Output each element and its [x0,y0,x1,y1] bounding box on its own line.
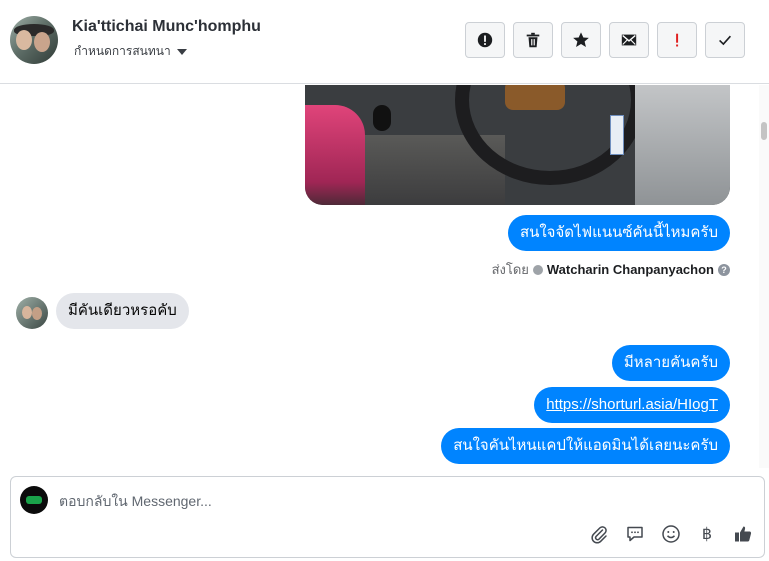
sent-by-label: ส่งโดย [491,262,529,277]
saved-replies-button[interactable] [624,523,646,545]
priority-button[interactable] [657,22,697,58]
envelope-icon [621,34,637,46]
contact-avatar-small[interactable] [16,297,48,329]
conversation-settings-label: กำหนดการสนทนา [74,44,171,58]
scrollbar-track[interactable] [759,85,769,468]
mark-done-button[interactable] [705,22,745,58]
like-button[interactable] [732,523,754,545]
outgoing-message[interactable]: มีหลายคันครับ [611,345,730,381]
mark-unread-button[interactable] [609,22,649,58]
report-spam-button[interactable] [465,22,505,58]
conversation-header: Kia'ttichai Munc'homphu กำหนดการสนทนา [0,0,769,84]
reply-composer: ฿ [10,476,765,558]
incoming-message[interactable]: มีคันเดียวหรอคับ [56,293,189,329]
paperclip-icon [591,526,607,544]
page-avatar [20,486,48,514]
payment-button[interactable]: ฿ [696,523,718,545]
car-interior-photo[interactable] [305,85,730,205]
smiley-icon [662,525,680,543]
exclamation-icon [676,33,679,47]
sent-by-agent: Watcharin Chanpanyachon [546,262,714,277]
alert-circle-icon [477,32,493,48]
emoji-button[interactable] [660,523,682,545]
star-icon [573,32,589,48]
outgoing-message[interactable]: สนใจคันไหนแคปให้แอดมินได้เลยนะครับ [441,428,730,464]
contact-avatar[interactable] [10,16,58,64]
star-button[interactable] [561,22,601,58]
check-icon [719,35,732,46]
composer-tools: ฿ [588,523,754,545]
action-toolbar [465,22,745,58]
message-thread[interactable]: สนใจจัดไฟแนนซ์คันนี้ไหมครับ ส่งโดย Watch… [0,85,769,468]
scrollbar-thumb[interactable] [761,122,767,140]
delete-button[interactable] [513,22,553,58]
outgoing-message[interactable]: สนใจจัดไฟแนนซ์คันนี้ไหมครับ [507,215,730,251]
sent-by-info: ส่งโดย Watcharin Chanpanyachon ? [492,259,730,280]
conversation-settings-dropdown[interactable]: กำหนดการสนทนา [74,42,187,61]
messenger-window: Kia'ttichai Munc'homphu กำหนดการสนทนา สน… [0,0,769,561]
help-icon[interactable]: ? [718,263,730,276]
agent-status-icon [532,264,543,275]
thumbs-up-icon [735,526,752,542]
contact-name[interactable]: Kia'ttichai Munc'homphu [72,18,261,36]
attach-button[interactable] [588,523,610,545]
outgoing-link-message[interactable]: https://shorturl.asia/HIogT [534,387,730,423]
speech-bubble-icon [627,526,643,542]
caret-down-icon [176,49,187,55]
reply-input[interactable] [59,491,749,511]
shorturl-link[interactable]: https://shorturl.asia/HIogT [546,396,718,413]
baht-icon: ฿ [701,526,713,543]
trash-icon [526,32,540,48]
